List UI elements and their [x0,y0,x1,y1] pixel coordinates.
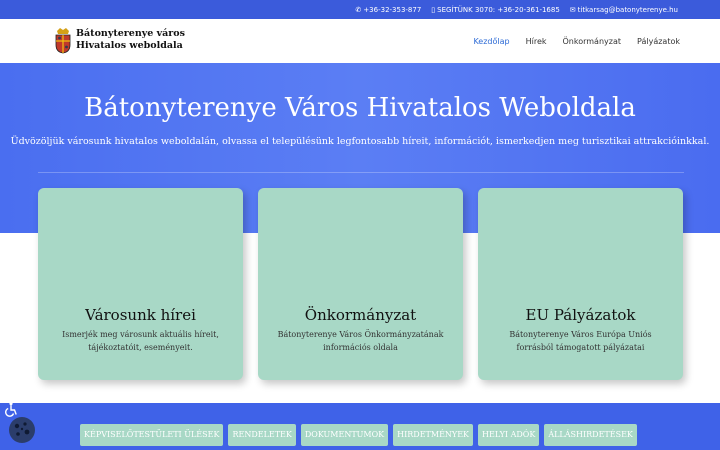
nav-item-onkormanyzat[interactable]: Önkormányzat [563,37,622,46]
phone-number: +36-32-353-877 [363,5,422,14]
cookie-icon[interactable] [8,416,36,444]
phone-icon: ✆ [355,5,362,14]
coat-of-arms-logo[interactable] [54,27,72,54]
card-title: Önkormányzat [304,306,417,324]
card-news[interactable]: Városunk hírei Ismerjék meg városunk akt… [38,188,243,380]
quick-link-announcements[interactable]: HIRDETMÉNYEK [393,424,474,446]
mobile-icon: ▯ [431,5,436,14]
brand-line-1: Bátonyterenye város [76,28,185,39]
phone-contact[interactable]: ✆ +36-32-353-877 [355,6,421,14]
help-contact[interactable]: ▯ SEGÍTÜNK 3070: +36-20-361-1685 [431,6,560,14]
quick-link-local-taxes[interactable]: HELYI ADÓK [478,424,540,446]
main-nav: Kezdőlap Hírek Önkormányzat Pályázatok [473,19,680,63]
brand-line-2: Hivatalos weboldala [76,40,183,51]
card-title: EU Pályázatok [525,306,636,324]
hero-subtitle: Üdvözöljük városunk hivatalos weboldalán… [10,136,710,147]
accessibility-icon[interactable] [3,401,19,417]
hero-divider [38,172,684,173]
card-text: Bátonyterenye Város Európa Uniós forrásb… [509,330,652,352]
help-line: SEGÍTÜNK 3070: +36-20-361-1685 [437,5,560,14]
quick-link-council-meetings[interactable]: KÉPVISELŐTESTÜLETI ÜLÉSEK [80,424,224,446]
quick-link-decrees[interactable]: RENDELETEK [228,424,296,446]
email-address: titkarsag@batonyterenye.hu [577,5,678,14]
card-eu-tenders[interactable]: EU Pályázatok Bátonyterenye Város Európa… [478,188,683,380]
top-contact-bar: ✆ +36-32-353-877 ▯ SEGÍTÜNK 3070: +36-20… [0,0,720,19]
nav-item-kezdolap[interactable]: Kezdőlap [473,37,509,46]
quick-links: KÉPVISELŐTESTÜLETI ÜLÉSEK RENDELETEK DOK… [80,424,637,446]
card-text: Ismerjék meg városunk aktuális híreit, t… [62,330,219,352]
quick-link-documents[interactable]: DOKUMENTUMOK [300,424,389,446]
site-header: Bátonyterenye város Hivatalos weboldala … [0,19,720,63]
page-title: Bátonyterenye Város Hivatalos Weboldala [84,93,636,123]
envelope-icon: ✉ [569,5,576,14]
card-local-government[interactable]: Önkormányzat Bátonyterenye Város Önkormá… [258,188,463,380]
email-contact[interactable]: ✉ titkarsag@batonyterenye.hu [570,6,678,14]
quick-link-job-postings[interactable]: ÁLLÁSHIRDETÉSEK [544,424,637,446]
site-brand[interactable]: Bátonyterenye város Hivatalos weboldala [76,28,185,52]
nav-item-hirek[interactable]: Hírek [526,37,547,46]
card-title: Városunk hírei [85,306,196,324]
nav-item-palyazatok[interactable]: Pályázatok [637,37,680,46]
card-text: Bátonyterenye Város Önkormányzatának inf… [277,330,444,352]
